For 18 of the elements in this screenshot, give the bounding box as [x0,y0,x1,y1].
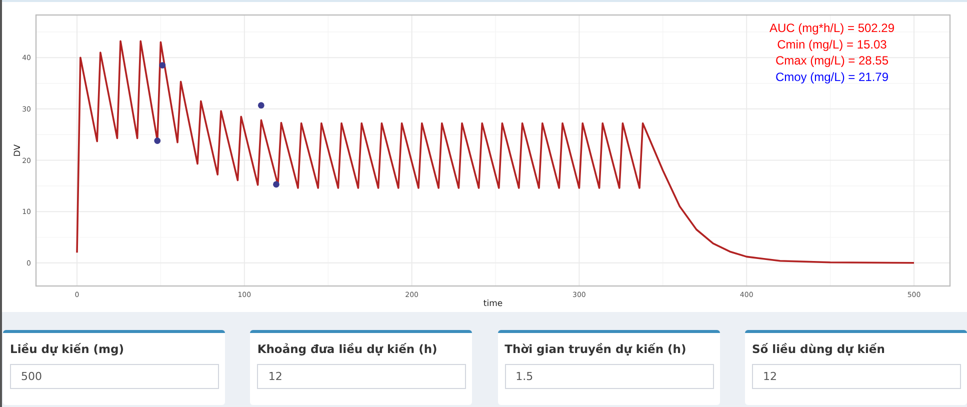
field-label: Số liều dùng dự kiến [752,342,886,356]
input-field[interactable]: 12 [752,364,961,389]
stat-label: Cmoy (mg/L) = 21.79 [775,70,889,84]
input-field[interactable]: 1.5 [504,364,714,389]
field-label: Khoảng đưa liều dự kiến (h) [257,342,438,356]
observed-point [154,138,161,144]
observed-point [159,62,166,68]
x-axis-title: time [483,299,503,309]
observed-point [258,102,264,109]
field-label: Thời gian truyền dự kiến (h) [504,342,688,356]
input-field[interactable]: 12 [257,364,466,389]
observed-point [273,181,280,188]
y-axis-title: DV [13,144,23,157]
stat-label: Cmax (mg/L) = 28.55 [775,54,889,68]
input-field[interactable]: 500 [10,364,219,389]
stat-label: AUC (mg*h/L) = 502.29 [769,21,895,35]
field-label: Liều dự kiến (mg) [10,342,125,356]
stat-label: Cmin (mg/L) = 15.03 [777,37,887,52]
